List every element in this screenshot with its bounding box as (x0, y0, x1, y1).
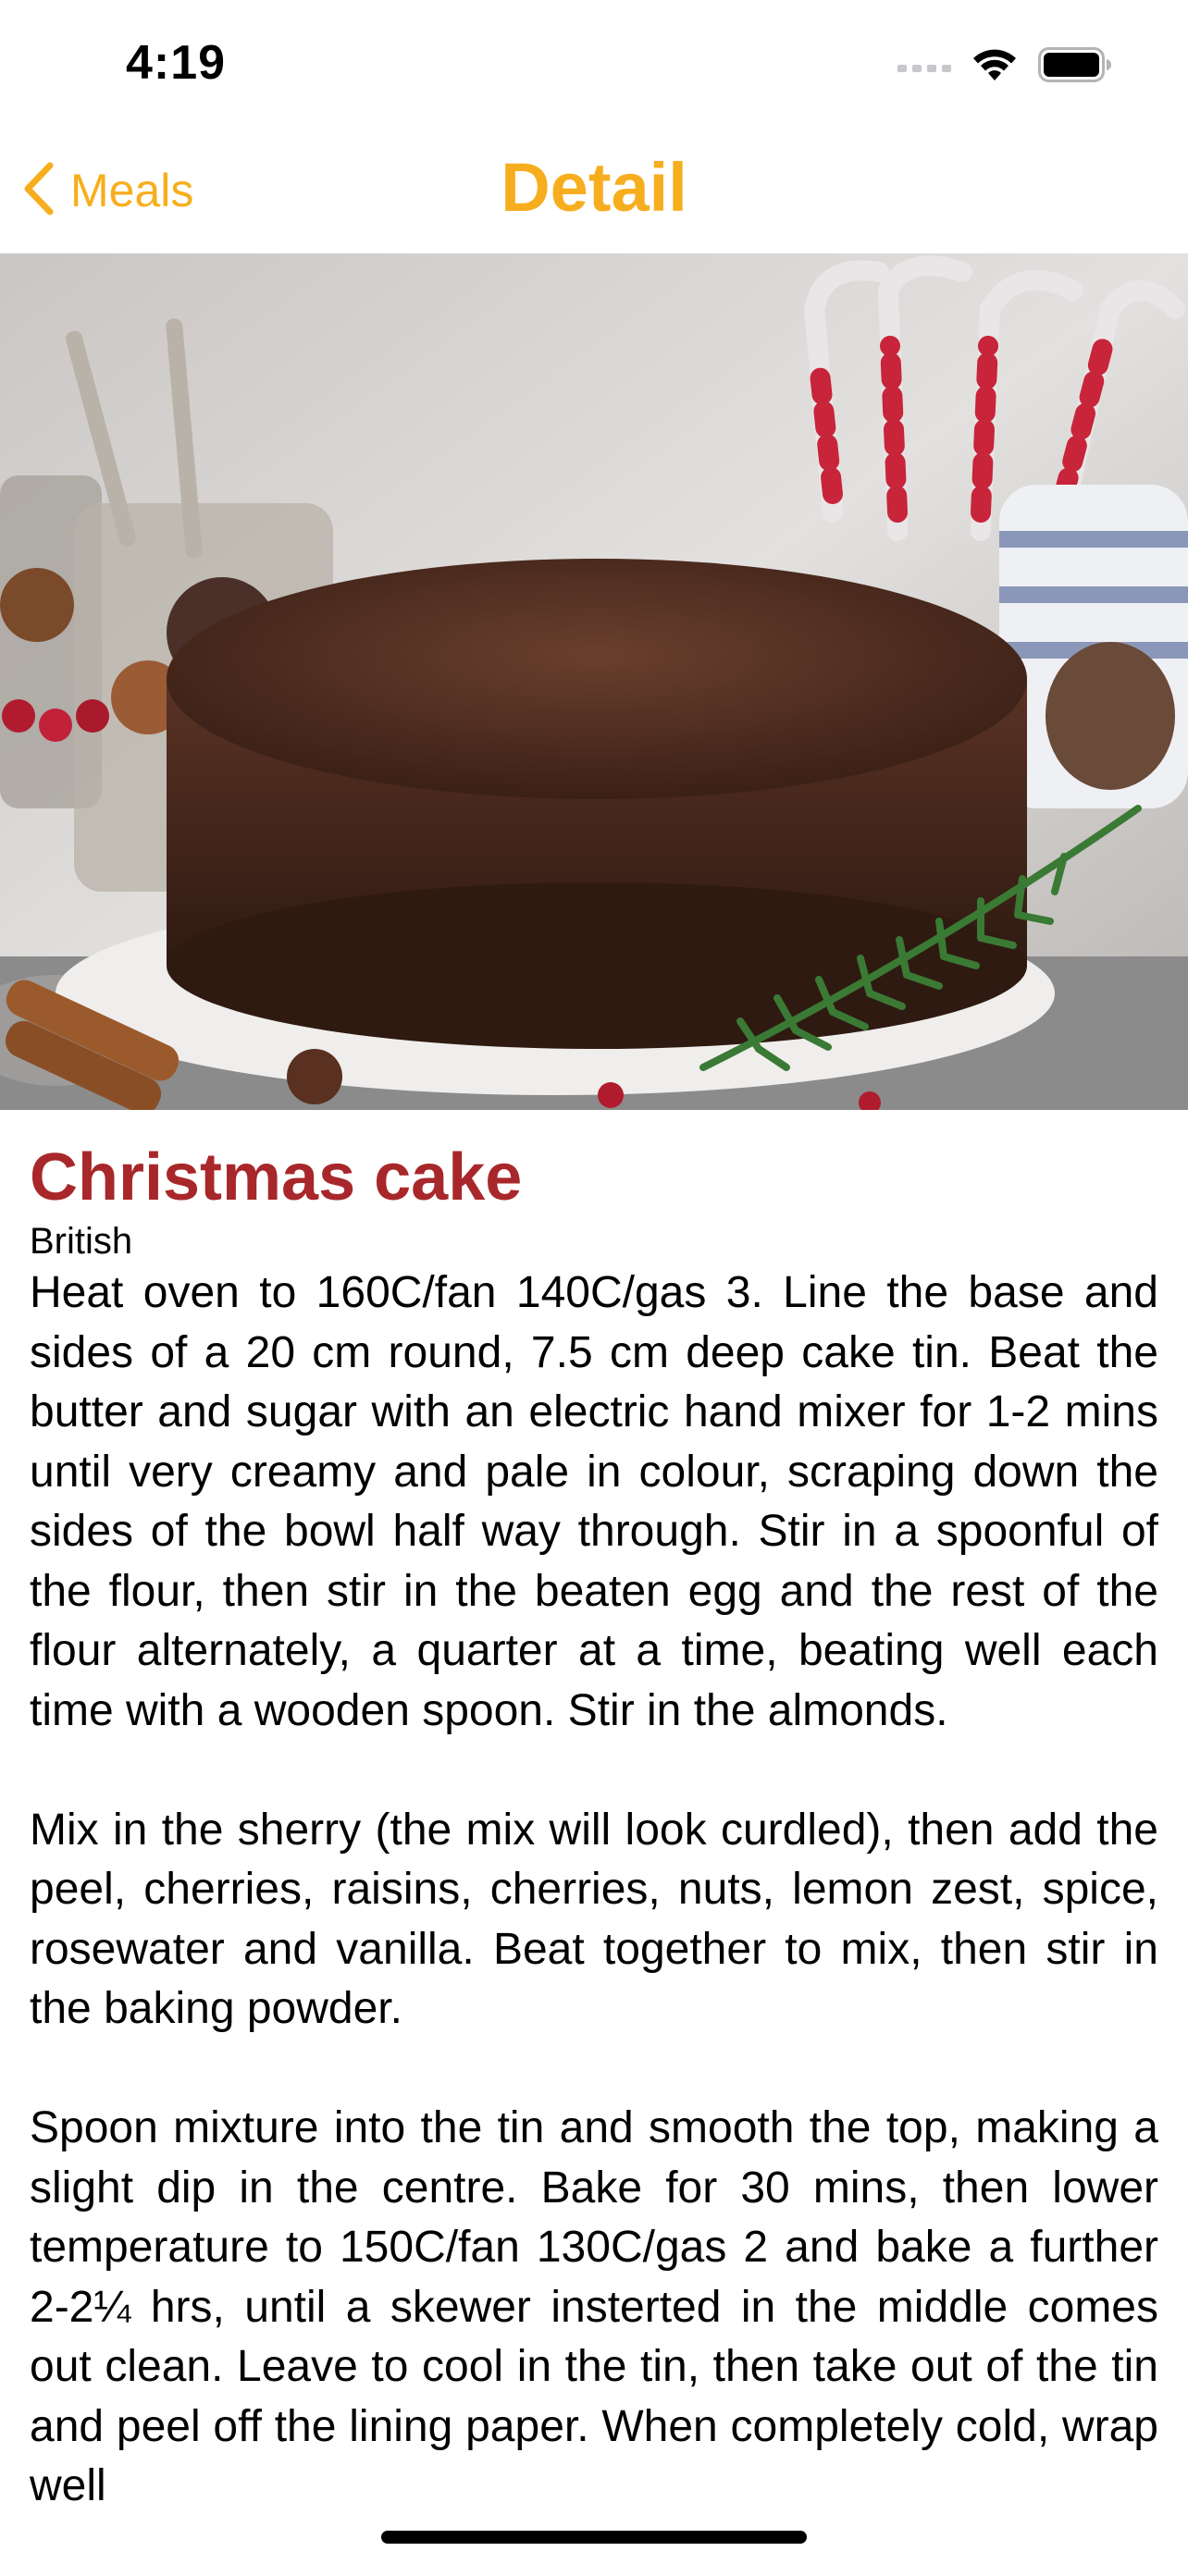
battery-icon (1038, 46, 1112, 87)
meal-instructions: Heat oven to 160C/fan 140C/gas 3. Line t… (30, 1263, 1158, 2517)
meal-title: Christmas cake (30, 1140, 523, 1214)
meal-detail-content: Christmas cake British Heat oven to 160C… (30, 1136, 1158, 2576)
navigation-bar: Meals Detail (0, 129, 1188, 253)
page-title: Detail (501, 149, 687, 226)
instructions-paragraph: Spoon mixture into the tin and smooth th… (30, 2103, 1158, 2510)
cellular-signal-icon (897, 55, 951, 79)
instructions-paragraph: Heat oven to 160C/fan 140C/gas 3. Line t… (30, 1268, 1158, 1735)
status-bar: 4:19 (0, 0, 1188, 129)
status-indicators (897, 41, 1112, 92)
instructions-paragraph: Mix in the sherry (the mix will look cur… (30, 1805, 1158, 2034)
home-indicator[interactable] (381, 2531, 807, 2544)
meal-area: British (30, 1221, 133, 1262)
status-time: 4:19 (126, 36, 227, 90)
wifi-icon (971, 47, 1018, 87)
meal-image (0, 253, 1188, 1110)
